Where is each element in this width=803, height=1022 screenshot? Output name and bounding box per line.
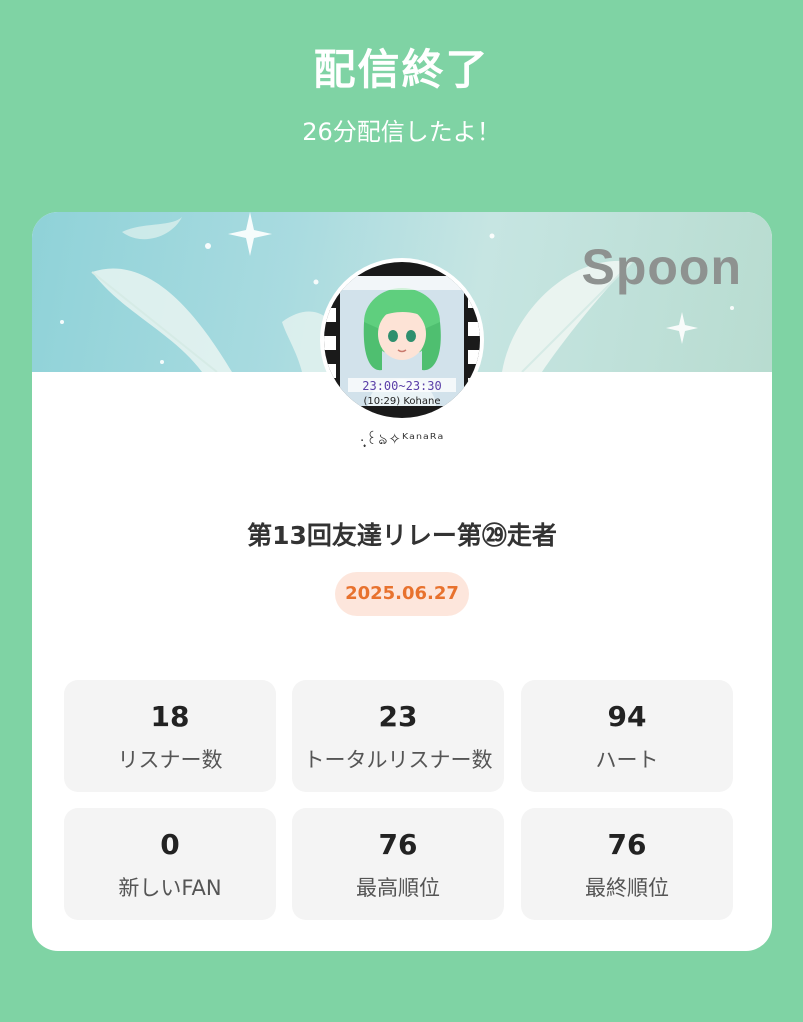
- broadcast-summary-card: Spoon 23:00~23:30 (10:29) Kohane ·̩͙꒰ঌ✧ᴷ…: [32, 212, 772, 951]
- stat-label: 新しいFAN: [118, 876, 222, 900]
- avatar-name-text: (10:29) Kohane: [364, 396, 441, 407]
- stat-new-fans: 0 新しいFAN: [64, 808, 276, 920]
- stat-label: リスナー数: [117, 748, 223, 772]
- stat-listeners: 18 リスナー数: [64, 680, 276, 792]
- stat-value: 23: [378, 700, 418, 733]
- stat-value: 0: [160, 828, 180, 861]
- spoon-logo: Spoon: [581, 239, 742, 295]
- avatar-image: 23:00~23:30 (10:29) Kohane: [324, 262, 480, 418]
- avatar-time-text: 23:00~23:30: [362, 379, 441, 393]
- stat-hearts: 94 ハート: [521, 680, 733, 792]
- username[interactable]: ·̩͙꒰ঌ✧ᴷᵃⁿᵃᴿᵃ: [32, 428, 772, 453]
- stat-label: 最高順位: [356, 876, 440, 900]
- stat-value: 94: [607, 700, 647, 733]
- stat-label: トータルリスナー数: [303, 748, 493, 772]
- stat-label: ハート: [595, 748, 659, 772]
- stat-value: 18: [150, 700, 190, 733]
- avatar[interactable]: 23:00~23:30 (10:29) Kohane: [322, 260, 482, 420]
- page-title: 配信終了: [313, 45, 490, 94]
- stat-value: 76: [378, 828, 418, 861]
- broadcast-duration-text: 26分配信したよ！: [302, 118, 501, 146]
- stat-final-rank: 76 最終順位: [521, 808, 733, 920]
- stat-value: 76: [607, 828, 647, 861]
- stat-total-listeners: 23 トータルリスナー数: [292, 680, 504, 792]
- stat-label: 最終順位: [585, 876, 669, 900]
- date-badge: 2025.06.27: [335, 572, 469, 616]
- stat-highest-rank: 76 最高順位: [292, 808, 504, 920]
- stream-title: 第13回友達リレー第㉙走者: [247, 521, 557, 550]
